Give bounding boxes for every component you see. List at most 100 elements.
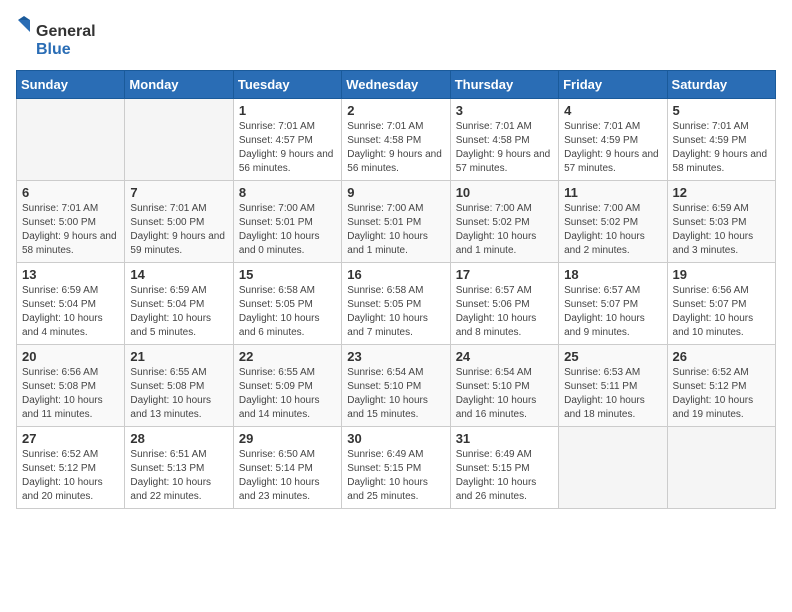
day-number: 26 [673,349,770,364]
column-header-monday: Monday [125,71,233,99]
column-header-tuesday: Tuesday [233,71,341,99]
day-info: Sunrise: 7:00 AM Sunset: 5:02 PM Dayligh… [456,202,553,258]
day-info: Sunrise: 6:55 AM Sunset: 5:08 PM Dayligh… [130,366,227,422]
day-info: Sunrise: 6:56 AM Sunset: 5:07 PM Dayligh… [673,284,770,340]
day-info: Sunrise: 7:00 AM Sunset: 5:02 PM Dayligh… [564,202,661,258]
day-info: Sunrise: 6:49 AM Sunset: 5:15 PM Dayligh… [347,448,444,504]
day-number: 11 [564,185,661,200]
calendar-cell: 25Sunrise: 6:53 AM Sunset: 5:11 PM Dayli… [559,345,667,427]
svg-text:General: General [36,23,96,40]
calendar-week-row: 13 Sunrise: 6:59 AM Sunset: 5:04 PM Dayli… [17,263,776,345]
day-info: Sunrise: 6:58 AM Sunset: 5:05 PM Dayligh… [239,284,336,340]
day-number: 4 [564,103,661,118]
calendar-cell: 27 Sunrise: 6:52 AM Sunset: 5:12 PM Dayli… [17,427,125,509]
day-number: 27 [22,431,119,446]
calendar-cell: 15 Sunrise: 6:58 AM Sunset: 5:05 PM Dayli… [233,263,341,345]
calendar-cell: 12 Sunrise: 6:59 AM Sunset: 5:03 PM Dayli… [667,181,775,263]
day-number: 7 [130,185,227,200]
calendar-cell: 16 Sunrise: 6:58 AM Sunset: 5:05 PM Dayli… [342,263,450,345]
logo: General Blue [16,16,96,60]
day-number: 6 [22,185,119,200]
svg-text:Blue: Blue [36,41,71,58]
day-info: Sunrise: 6:53 AM Sunset: 5:11 PM Dayligh… [564,366,661,422]
calendar-cell: 23 Sunrise: 6:54 AM Sunset: 5:10 PM Dayli… [342,345,450,427]
calendar-table: SundayMondayTuesdayWednesdayThursdayFrid… [16,70,776,509]
day-info: Sunrise: 7:00 AM Sunset: 5:01 PM Dayligh… [239,202,336,258]
calendar-cell [17,99,125,181]
calendar-cell: 2 Sunrise: 7:01 AM Sunset: 4:58 PM Daylig… [342,99,450,181]
day-number: 9 [347,185,444,200]
day-number: 23 [347,349,444,364]
day-number: 19 [673,267,770,282]
calendar-cell: 5Sunrise: 7:01 AM Sunset: 4:59 PM Daylig… [667,99,775,181]
column-header-saturday: Saturday [667,71,775,99]
day-number: 12 [673,185,770,200]
calendar-cell: 9 Sunrise: 7:00 AM Sunset: 5:01 PM Daylig… [342,181,450,263]
day-number: 2 [347,103,444,118]
calendar-cell: 29Sunrise: 6:50 AM Sunset: 5:14 PM Dayli… [233,427,341,509]
day-info: Sunrise: 7:00 AM Sunset: 5:01 PM Dayligh… [347,202,444,258]
day-info: Sunrise: 6:57 AM Sunset: 5:07 PM Dayligh… [564,284,661,340]
day-number: 13 [22,267,119,282]
calendar-header-row: SundayMondayTuesdayWednesdayThursdayFrid… [17,71,776,99]
day-info: Sunrise: 6:56 AM Sunset: 5:08 PM Dayligh… [22,366,119,422]
day-info: Sunrise: 6:49 AM Sunset: 5:15 PM Dayligh… [456,448,553,504]
calendar-cell: 6 Sunrise: 7:01 AM Sunset: 5:00 PM Daylig… [17,181,125,263]
day-number: 17 [456,267,553,282]
day-info: Sunrise: 7:01 AM Sunset: 5:00 PM Dayligh… [22,202,119,258]
day-info: Sunrise: 6:54 AM Sunset: 5:10 PM Dayligh… [456,366,553,422]
calendar-cell: 30 Sunrise: 6:49 AM Sunset: 5:15 PM Dayli… [342,427,450,509]
calendar-cell: 19 Sunrise: 6:56 AM Sunset: 5:07 PM Dayli… [667,263,775,345]
calendar-cell: 3Sunrise: 7:01 AM Sunset: 4:58 PM Daylig… [450,99,558,181]
day-number: 8 [239,185,336,200]
column-header-wednesday: Wednesday [342,71,450,99]
day-number: 16 [347,267,444,282]
day-info: Sunrise: 7:01 AM Sunset: 4:59 PM Dayligh… [564,120,661,176]
day-number: 3 [456,103,553,118]
day-number: 15 [239,267,336,282]
day-info: Sunrise: 6:54 AM Sunset: 5:10 PM Dayligh… [347,366,444,422]
column-header-thursday: Thursday [450,71,558,99]
calendar-cell: 4 Sunrise: 7:01 AM Sunset: 4:59 PM Daylig… [559,99,667,181]
page-header: General Blue [16,16,776,60]
calendar-cell: 31 Sunrise: 6:49 AM Sunset: 5:15 PM Dayli… [450,427,558,509]
day-number: 14 [130,267,227,282]
day-info: Sunrise: 6:51 AM Sunset: 5:13 PM Dayligh… [130,448,227,504]
day-number: 21 [130,349,227,364]
calendar-cell: 21 Sunrise: 6:55 AM Sunset: 5:08 PM Dayli… [125,345,233,427]
day-number: 20 [22,349,119,364]
day-number: 10 [456,185,553,200]
day-number: 28 [130,431,227,446]
calendar-cell: 14 Sunrise: 6:59 AM Sunset: 5:04 PM Dayli… [125,263,233,345]
day-number: 1 [239,103,336,118]
day-info: Sunrise: 6:57 AM Sunset: 5:06 PM Dayligh… [456,284,553,340]
calendar-cell [125,99,233,181]
day-info: Sunrise: 6:59 AM Sunset: 5:03 PM Dayligh… [673,202,770,258]
day-number: 31 [456,431,553,446]
calendar-cell: 13 Sunrise: 6:59 AM Sunset: 5:04 PM Dayli… [17,263,125,345]
logo-svg: General Blue [16,16,96,60]
calendar-cell: 20 Sunrise: 6:56 AM Sunset: 5:08 PM Dayli… [17,345,125,427]
day-info: Sunrise: 6:52 AM Sunset: 5:12 PM Dayligh… [673,366,770,422]
calendar-cell: 17 Sunrise: 6:57 AM Sunset: 5:06 PM Dayli… [450,263,558,345]
day-number: 30 [347,431,444,446]
calendar-cell: 26 Sunrise: 6:52 AM Sunset: 5:12 PM Dayli… [667,345,775,427]
day-number: 22 [239,349,336,364]
column-header-sunday: Sunday [17,71,125,99]
day-info: Sunrise: 6:55 AM Sunset: 5:09 PM Dayligh… [239,366,336,422]
day-info: Sunrise: 6:58 AM Sunset: 5:05 PM Dayligh… [347,284,444,340]
day-number: 29 [239,431,336,446]
calendar-cell: 18Sunrise: 6:57 AM Sunset: 5:07 PM Dayli… [559,263,667,345]
day-info: Sunrise: 7:01 AM Sunset: 5:00 PM Dayligh… [130,202,227,258]
day-info: Sunrise: 6:52 AM Sunset: 5:12 PM Dayligh… [22,448,119,504]
day-info: Sunrise: 7:01 AM Sunset: 4:59 PM Dayligh… [673,120,770,176]
calendar-cell: 8 Sunrise: 7:00 AM Sunset: 5:01 PM Daylig… [233,181,341,263]
day-info: Sunrise: 6:59 AM Sunset: 5:04 PM Dayligh… [22,284,119,340]
calendar-week-row: 20 Sunrise: 6:56 AM Sunset: 5:08 PM Dayli… [17,345,776,427]
column-header-friday: Friday [559,71,667,99]
day-info: Sunrise: 7:01 AM Sunset: 4:57 PM Dayligh… [239,120,336,176]
day-info: Sunrise: 6:59 AM Sunset: 5:04 PM Dayligh… [130,284,227,340]
calendar-cell: 11 Sunrise: 7:00 AM Sunset: 5:02 PM Dayli… [559,181,667,263]
day-info: Sunrise: 7:01 AM Sunset: 4:58 PM Dayligh… [347,120,444,176]
calendar-week-row: 27 Sunrise: 6:52 AM Sunset: 5:12 PM Dayli… [17,427,776,509]
